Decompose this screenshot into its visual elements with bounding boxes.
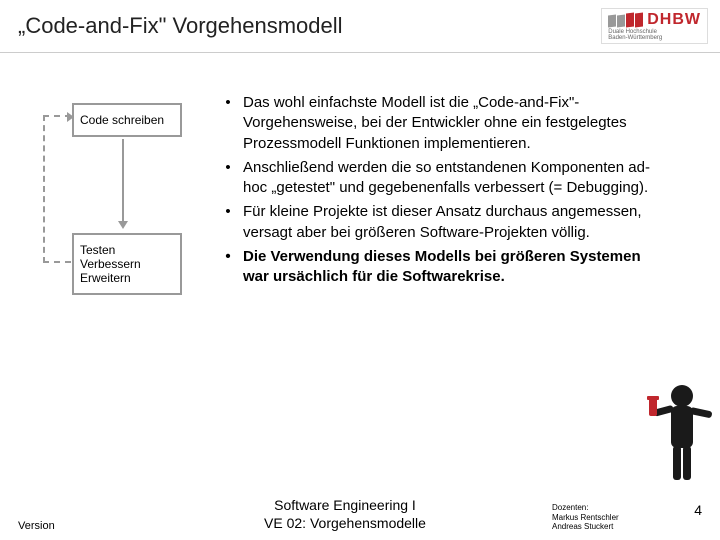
bullet-dot-icon: • xyxy=(213,247,243,288)
footer-label: Dozenten: xyxy=(552,503,702,513)
bullet-text: Die Verwendung dieses Modells bei größer… xyxy=(243,247,670,288)
arrow-loop-icon xyxy=(43,115,45,263)
footer-course: Software Engineering I xyxy=(138,496,552,514)
dhbw-logo: DHBW Duale Hochschule Baden-Württemberg xyxy=(601,8,708,44)
process-diagram: Code schreiben Testen Verbessern Erweite… xyxy=(30,93,195,343)
footer-version: Version xyxy=(18,520,138,532)
slide-footer: Version Software Engineering I VE 02: Vo… xyxy=(0,496,720,532)
bullet-list: •Das wohl einfachste Modell ist die „Cod… xyxy=(213,93,700,343)
bullet-text: Für kleine Projekte ist dieser Ansatz du… xyxy=(243,202,670,243)
bullet-item: •Anschließend werden die so entstandenen… xyxy=(213,158,670,199)
page-number: 4 xyxy=(694,502,702,518)
logo-subtitle-2: Baden-Württemberg xyxy=(608,35,662,41)
diagram-box-line: Testen xyxy=(80,243,174,257)
bullet-item: •Das wohl einfachste Modell ist die „Cod… xyxy=(213,93,670,154)
footer-author: Markus Rentschler xyxy=(552,513,702,523)
bullet-dot-icon: • xyxy=(213,93,243,154)
logo-squares-icon xyxy=(608,13,643,27)
arrow-loop-bot-icon xyxy=(43,261,71,263)
diagram-box-code: Code schreiben xyxy=(72,103,182,137)
footer-author: Andreas Stuckert xyxy=(552,522,702,532)
person-figure-icon xyxy=(646,380,718,490)
slide-content: Code schreiben Testen Verbessern Erweite… xyxy=(0,53,720,343)
footer-unit: VE 02: Vorgehensmodelle xyxy=(138,514,552,532)
logo-text: DHBW xyxy=(647,11,701,29)
bullet-text: Das wohl einfachste Modell ist die „Code… xyxy=(243,93,670,154)
bullet-item: •Für kleine Projekte ist dieser Ansatz d… xyxy=(213,202,670,243)
arrow-down-icon xyxy=(122,139,124,227)
diagram-box-line: Verbessern xyxy=(80,257,174,271)
bullet-dot-icon: • xyxy=(213,202,243,243)
bullet-dot-icon: • xyxy=(213,158,243,199)
arrow-loop-top-icon xyxy=(43,115,71,117)
diagram-box-line: Erweitern xyxy=(80,271,174,285)
footer-center: Software Engineering I VE 02: Vorgehensm… xyxy=(138,496,552,532)
slide-header: „Code-and-Fix" Vorgehensmodell DHBW Dual… xyxy=(0,0,720,53)
footer-authors: Dozenten: Markus Rentschler Andreas Stuc… xyxy=(552,503,702,532)
diagram-box-test: Testen Verbessern Erweitern xyxy=(72,233,182,295)
slide-title: „Code-and-Fix" Vorgehensmodell xyxy=(18,13,343,39)
bullet-item: •Die Verwendung dieses Modells bei größe… xyxy=(213,247,670,288)
bullet-text: Anschließend werden die so entstandenen … xyxy=(243,158,670,199)
